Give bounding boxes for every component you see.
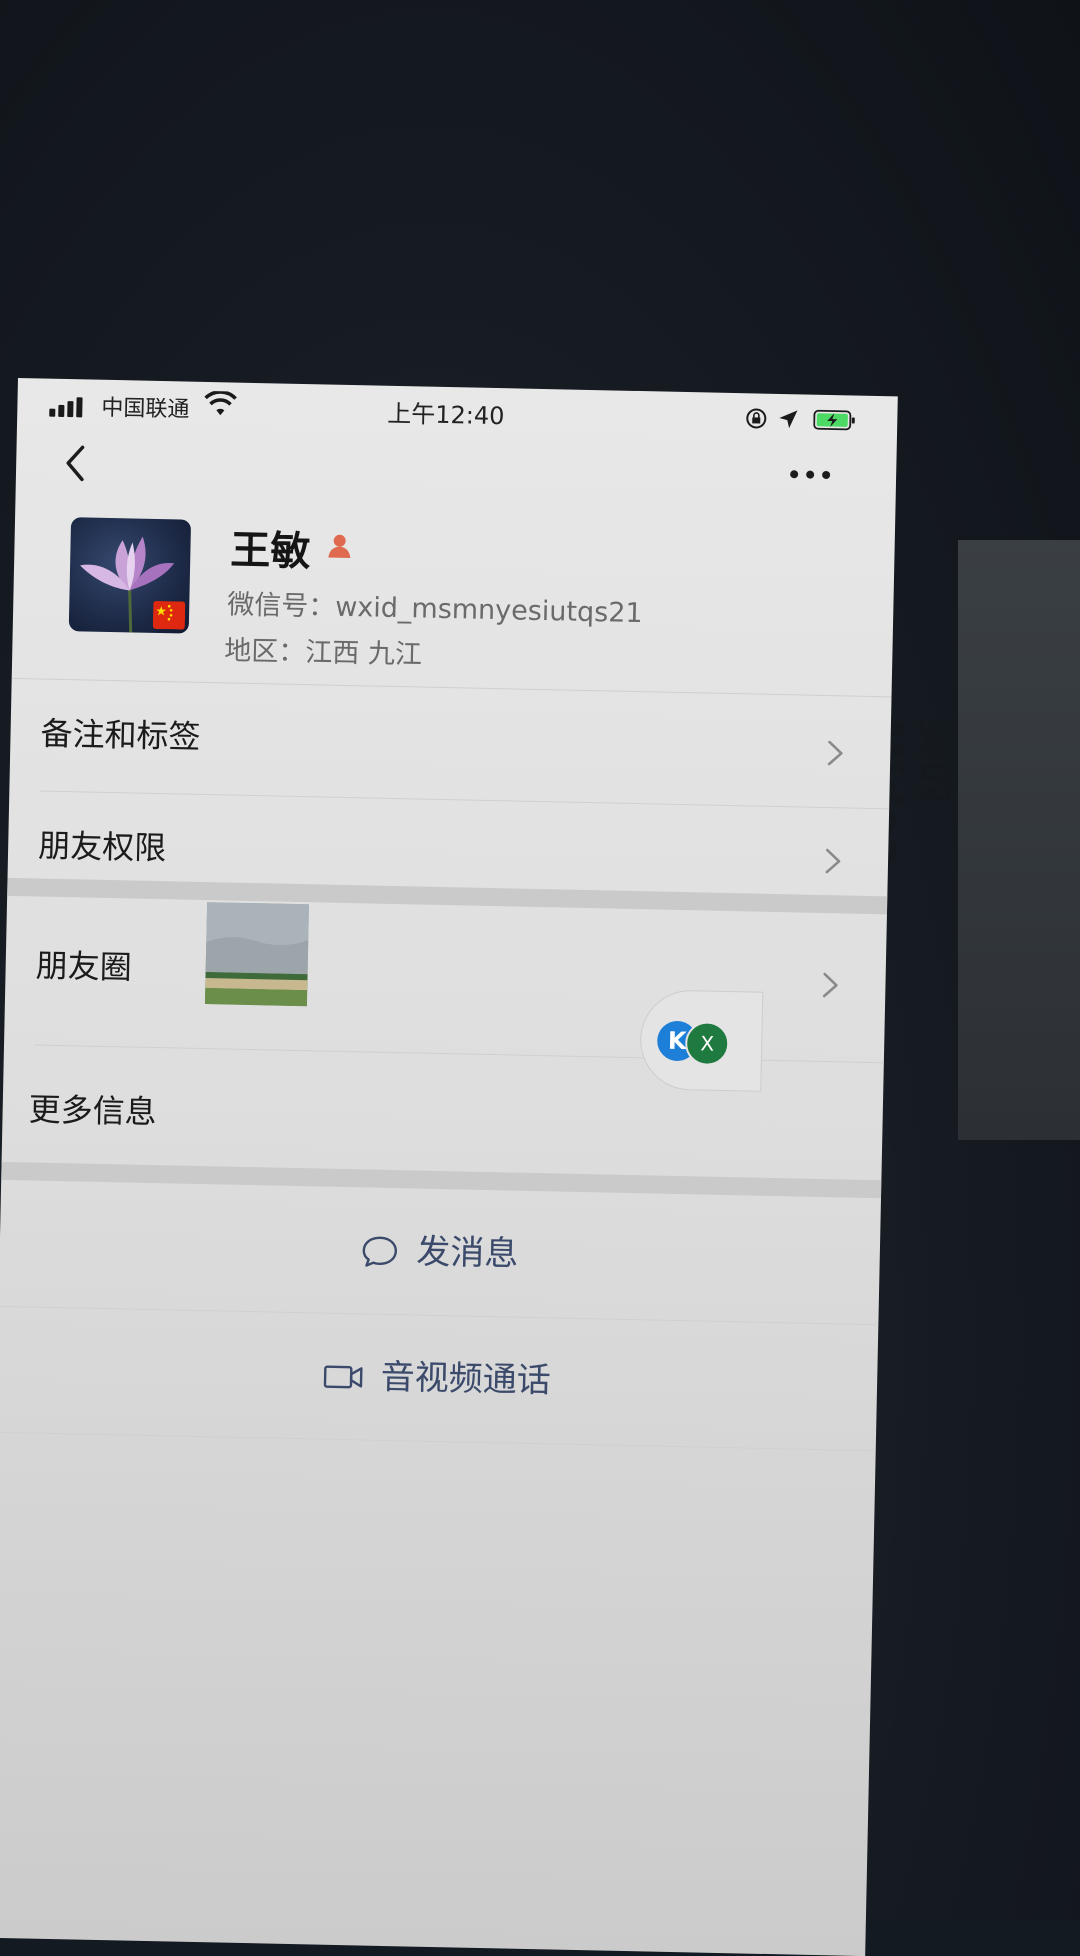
chevron-right-icon: [822, 972, 838, 998]
send-message-button[interactable]: 发消息: [0, 1180, 881, 1324]
row-label: 朋友圈: [35, 946, 133, 987]
status-time: 上午12:40: [387, 399, 505, 431]
row-remarks-tags[interactable]: 备注和标签: [9, 678, 891, 808]
signal-strength-icon: [49, 395, 91, 418]
floating-close-badge[interactable]: X: [684, 1021, 730, 1067]
chat-bubble-icon: [363, 1236, 398, 1267]
carrier-name: 中国联通: [101, 395, 190, 423]
female-person-icon: [328, 534, 351, 558]
more-options-icon[interactable]: [786, 462, 834, 487]
profile-name: 王敏: [229, 527, 311, 576]
background-appliance: [958, 540, 1080, 1140]
landscape-photo: [204, 902, 310, 1007]
wechat-id: 微信号：wxid_msmnyesiutqs21: [226, 589, 643, 630]
orientation-lock-icon: [746, 408, 767, 429]
chevron-right-icon: [825, 848, 841, 874]
back-icon[interactable]: [56, 441, 97, 486]
row-label: 更多信息: [28, 1090, 158, 1132]
background-brand-text: 美的 Midea: [864, 720, 958, 866]
av-call-label: 音视频通话: [380, 1357, 552, 1401]
row-label: 朋友权限: [37, 826, 167, 868]
row-label: 备注和标签: [40, 714, 201, 756]
send-message-label: 发消息: [415, 1232, 519, 1275]
moments-thumbnail-image[interactable]: [204, 902, 310, 1007]
battery-charging-icon: [813, 409, 855, 431]
chevron-right-icon: [827, 740, 843, 766]
floating-window-pill[interactable]: K X: [639, 989, 764, 1092]
wifi-icon: [204, 390, 237, 416]
china-flag-icon: [152, 600, 186, 630]
location-arrow-icon: [779, 410, 798, 429]
avatar[interactable]: [68, 517, 192, 634]
video-camera-icon: [324, 1365, 363, 1388]
phone-screen: 中国联通 上午12:40 王敏 微信号：wxid_msmnyesiutqs21 …: [0, 378, 898, 1956]
av-call-button[interactable]: 音视频通话: [0, 1306, 878, 1450]
region: 地区：江西 九江: [224, 635, 423, 671]
